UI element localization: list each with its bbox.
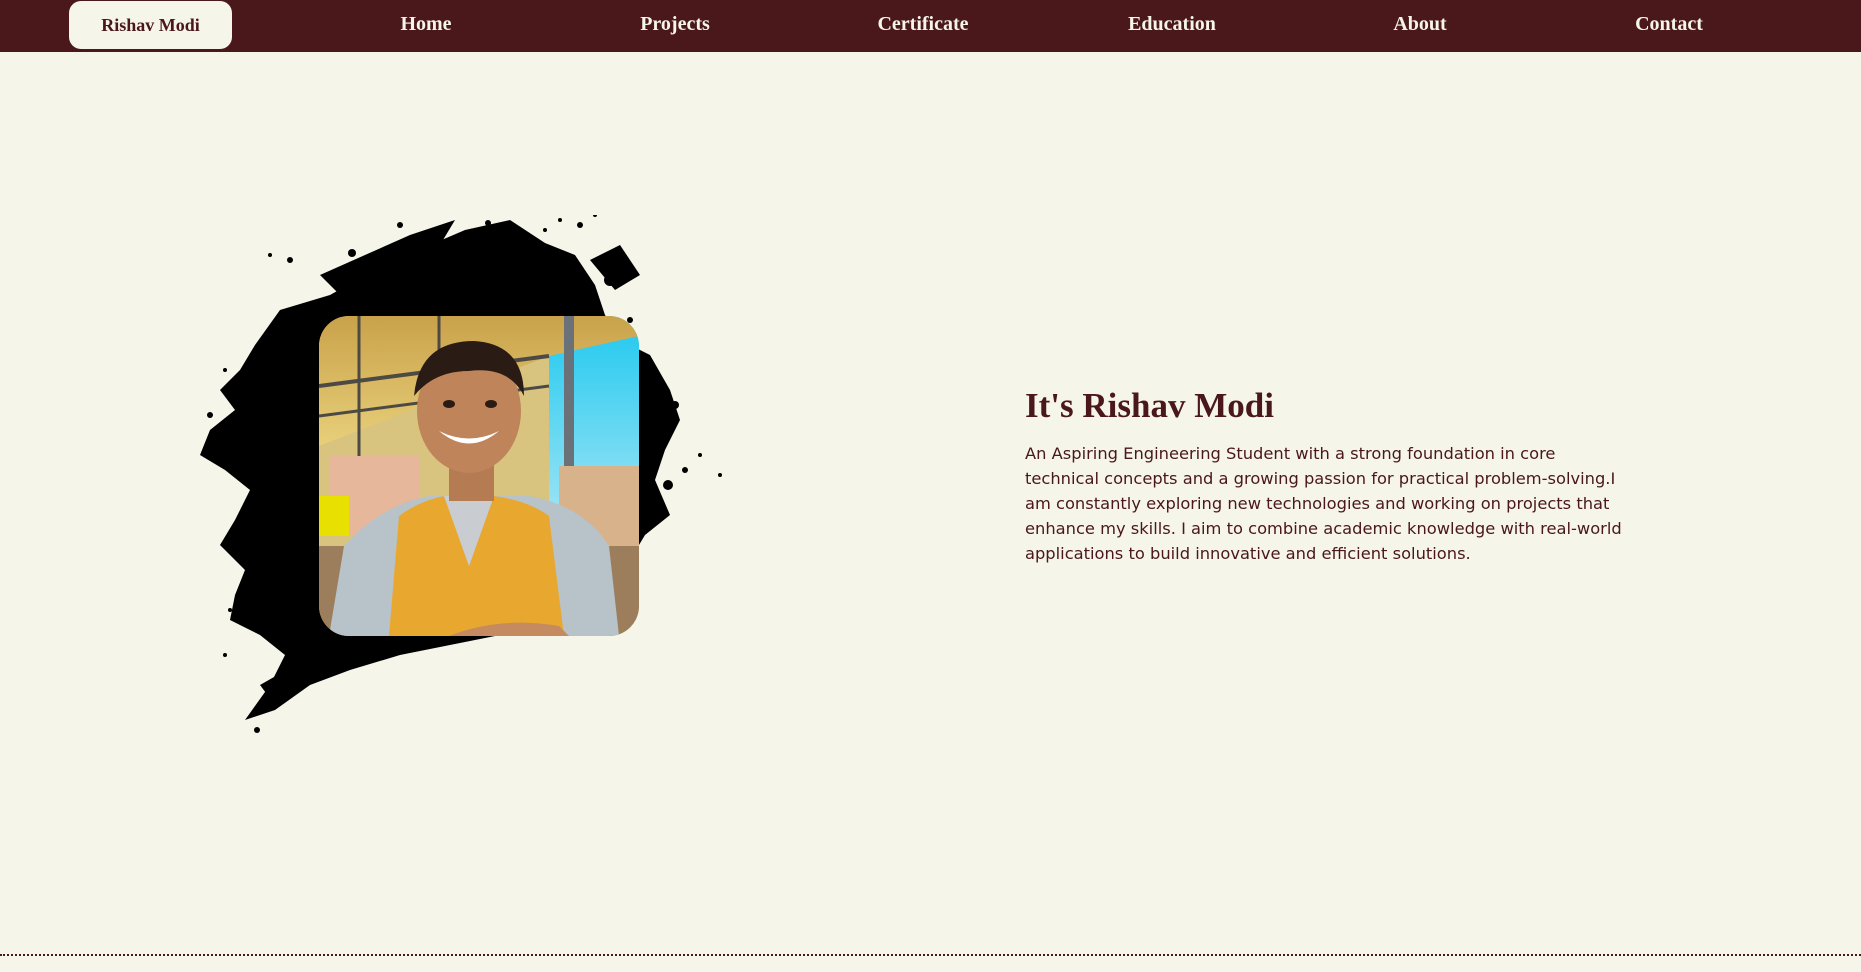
hero-description: An Aspiring Engineering Student with a s… — [1025, 444, 1622, 563]
profile-photo-illustration — [319, 316, 639, 636]
profile-photo — [319, 316, 639, 636]
nav-link-projects[interactable]: Projects — [640, 13, 710, 36]
nav-link-about[interactable]: About — [1393, 13, 1446, 36]
section-divider — [0, 954, 1861, 956]
nav-link-home[interactable]: Home — [400, 13, 451, 36]
nav-link-education[interactable]: Education — [1128, 13, 1216, 36]
nav-link-contact[interactable]: Contact — [1635, 13, 1703, 36]
brand-logo-button[interactable]: Rishav Modi — [69, 1, 232, 49]
nav-link-certificate[interactable]: Certificate — [877, 13, 968, 36]
hero-image-area — [200, 215, 760, 740]
top-navbar: Rishav Modi Home Projects Certificate Ed… — [0, 0, 1861, 52]
hero-title: It's Rishav Modi — [1025, 386, 1274, 425]
